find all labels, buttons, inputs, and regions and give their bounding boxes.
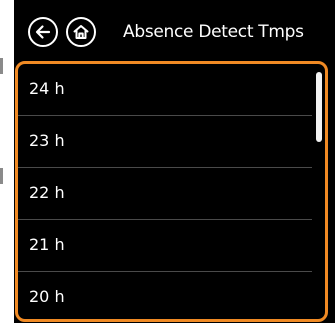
- page-title: Absence Detect Tmps: [123, 22, 304, 42]
- list-item-24h[interactable]: 24 h: [18, 64, 312, 116]
- list-item-22h[interactable]: 22 h: [18, 168, 312, 220]
- list-item-label: 23 h: [29, 131, 65, 150]
- value-list-selected-frame: 24 h 23 h 22 h 21 h 20 h: [15, 61, 328, 322]
- list-item-label: 24 h: [29, 79, 65, 98]
- list-item-label: 22 h: [29, 183, 65, 202]
- list-item-21h[interactable]: 21 h: [18, 220, 312, 272]
- list-item-label: 21 h: [29, 235, 65, 254]
- home-button[interactable]: [66, 17, 96, 47]
- back-button[interactable]: [28, 17, 58, 47]
- left-edge-marker: [0, 168, 3, 184]
- header-bar: Absence Detect Tmps: [14, 0, 335, 60]
- home-icon: [73, 25, 89, 39]
- list-item-20h[interactable]: 20 h: [18, 272, 312, 319]
- list-item-23h[interactable]: 23 h: [18, 116, 312, 168]
- list-item-label: 20 h: [29, 287, 65, 306]
- arrow-left-icon: [35, 25, 51, 39]
- left-edge-marker: [0, 58, 3, 74]
- scrollbar[interactable]: [316, 72, 322, 312]
- device-screen: Absence Detect Tmps 24 h 23 h 22 h 21 h …: [14, 0, 335, 323]
- value-list: 24 h 23 h 22 h 21 h 20 h: [18, 64, 312, 319]
- scrollbar-thumb[interactable]: [316, 72, 322, 142]
